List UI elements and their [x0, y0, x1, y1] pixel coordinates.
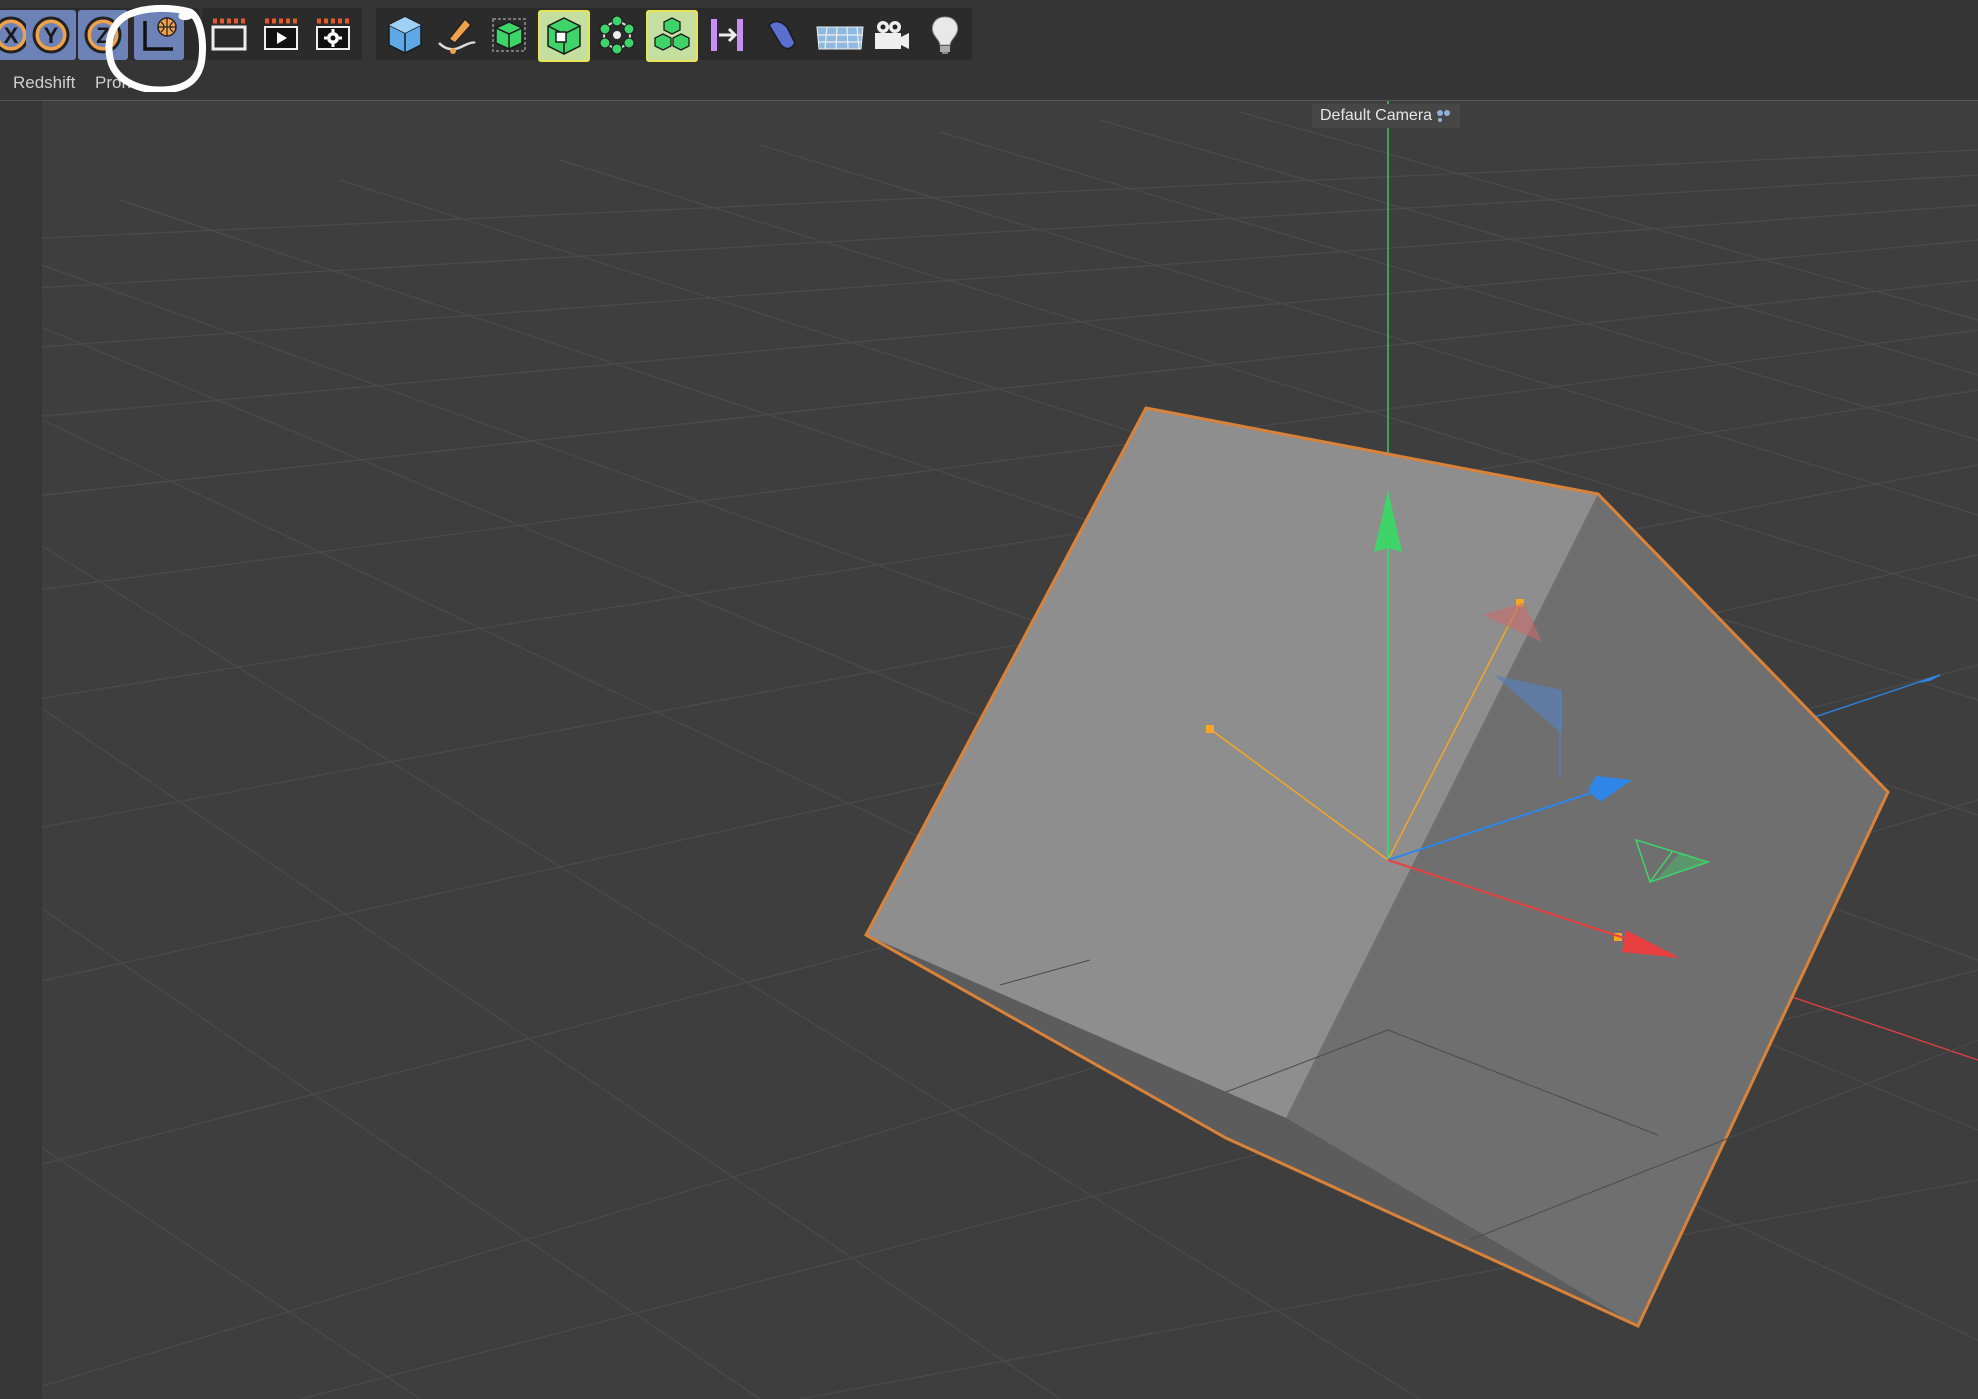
pen-spline-button[interactable] — [432, 10, 482, 60]
y-axis-icon: Y — [32, 16, 70, 54]
svg-text:X: X — [4, 23, 19, 48]
svg-text:Y: Y — [44, 23, 59, 48]
cloner-button[interactable] — [646, 10, 698, 62]
light-bulb-icon — [932, 16, 958, 54]
camera-dots-icon — [1437, 110, 1451, 122]
extrude-generator-button[interactable] — [538, 10, 590, 62]
camera-icon — [875, 21, 909, 49]
menu-bar — [0, 66, 1978, 101]
cloner-icon — [654, 17, 690, 51]
subdivision-surface-button[interactable] — [484, 10, 534, 60]
subdivision-surface-icon — [492, 18, 526, 52]
handle-point[interactable] — [1206, 725, 1214, 733]
cube-object-button[interactable] — [380, 10, 430, 60]
extrude-icon — [547, 17, 581, 55]
floor-icon — [816, 26, 864, 50]
annotation-circle — [105, 4, 206, 92]
floor-button[interactable] — [812, 10, 868, 60]
render-view-icon — [211, 18, 247, 51]
light-button[interactable] — [920, 10, 970, 60]
cube-icon — [388, 16, 422, 54]
camera-button[interactable] — [866, 10, 916, 60]
render-to-picture-viewer-button[interactable] — [256, 10, 306, 60]
menu-item-redshift[interactable]: Redshift — [13, 73, 75, 93]
array-button[interactable] — [592, 10, 642, 60]
camera-label-text: Default Camera — [1320, 107, 1433, 124]
render-picture-viewer-icon — [264, 18, 298, 50]
render-view-button[interactable] — [204, 10, 254, 60]
bend-deformer-button[interactable] — [702, 10, 752, 60]
camera-label[interactable]: Default Camera — [1312, 104, 1461, 128]
viewport-left-edge — [0, 101, 42, 1399]
y-axis-lock-button[interactable]: Y — [26, 10, 76, 60]
pen-spline-icon — [438, 17, 476, 54]
ffd-deformer-button[interactable] — [756, 10, 806, 60]
viewport-canvas[interactable] — [0, 101, 1978, 1399]
bend-deformer-icon — [711, 19, 743, 51]
deformer-shape-icon — [768, 20, 796, 50]
array-icon — [599, 15, 635, 55]
3d-viewport[interactable] — [0, 101, 1978, 1399]
top-toolbar: X Y Z — [0, 0, 1978, 66]
render-settings-button[interactable] — [308, 10, 358, 60]
render-settings-icon — [316, 18, 350, 50]
